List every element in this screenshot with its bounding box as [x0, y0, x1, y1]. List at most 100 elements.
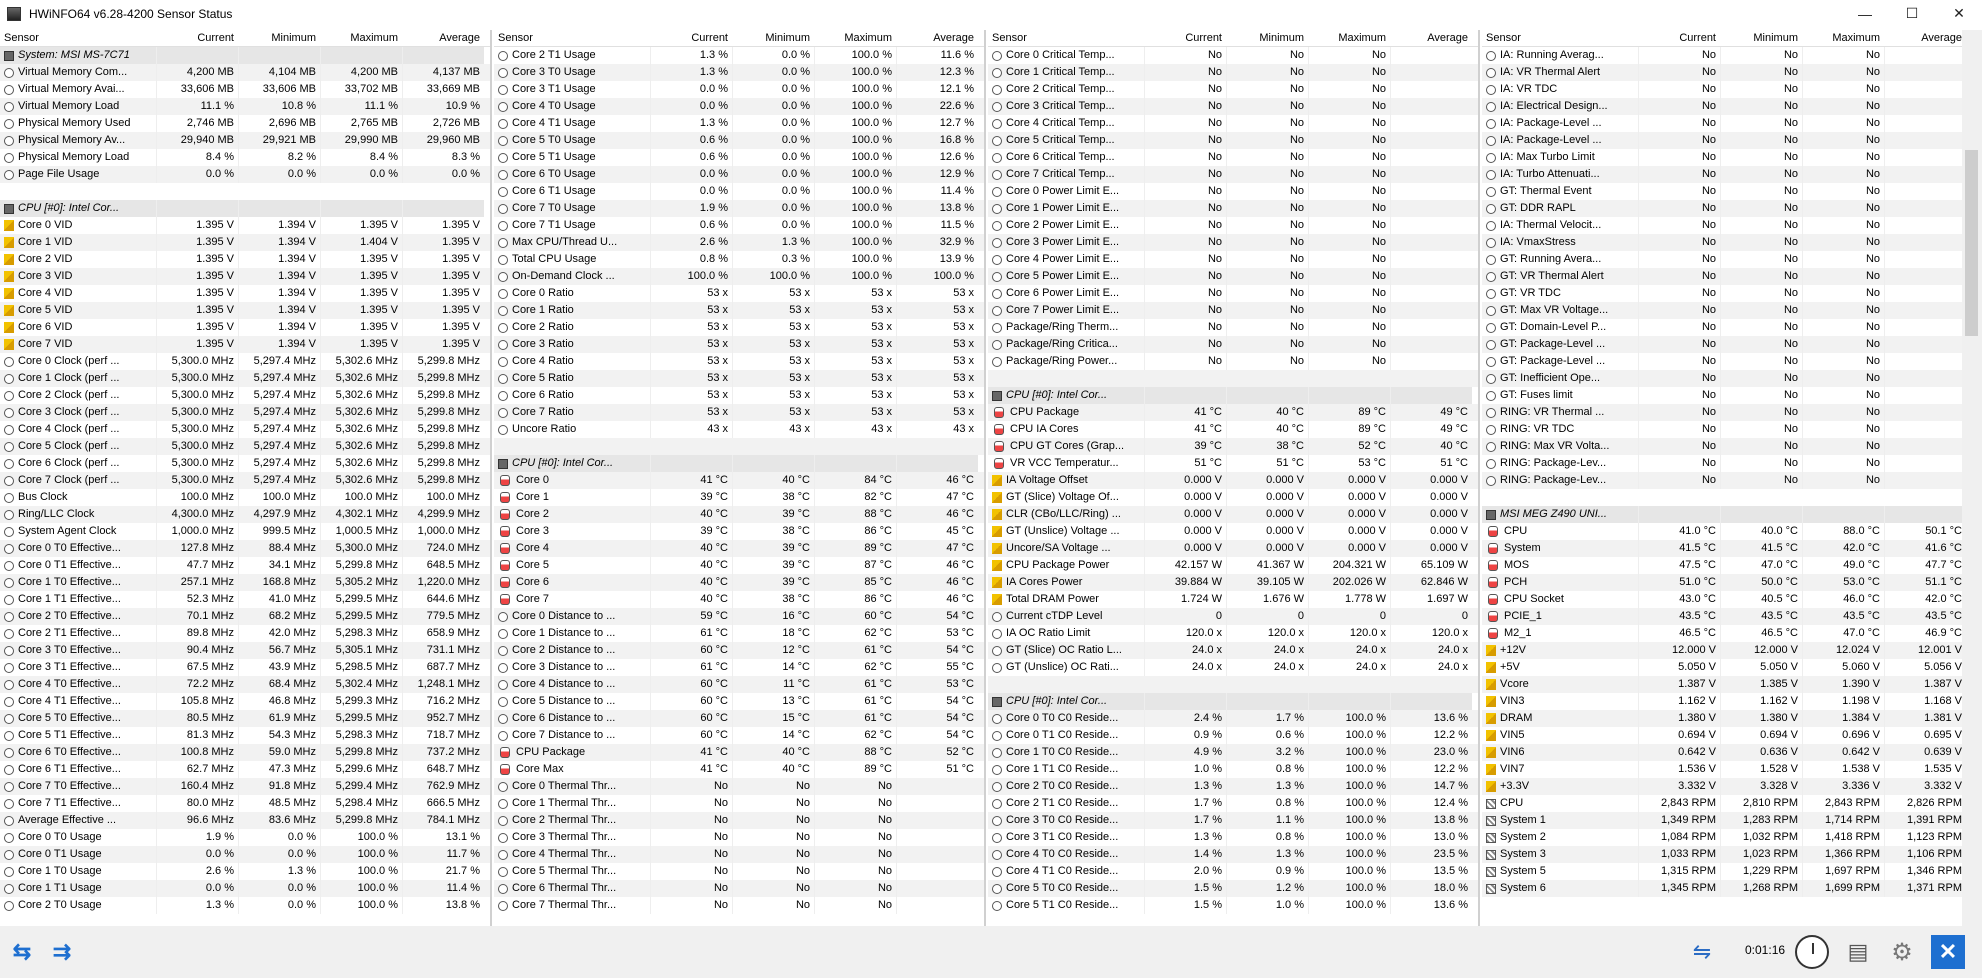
sensor-row[interactable]: Package/Ring Therm... No No No [988, 319, 1478, 336]
sensor-row[interactable]: RING: Max VR Volta... No No No [1482, 438, 1972, 455]
sensor-row[interactable]: Core 7 T0 Usage 1.9 % 0.0 % 100.0 % 13.8 % [494, 200, 984, 217]
sensor-row[interactable]: IA Voltage Offset 0.000 V 0.000 V 0.000 V 0.… [988, 472, 1478, 489]
sensor-row[interactable]: M2_1 46.5 °C 46.5 °C 47.0 °C 46.9 °C [1482, 625, 1972, 642]
sensor-row[interactable]: RING: VR TDC No No No [1482, 421, 1972, 438]
sensor-row[interactable]: Page File Usage 0.0 % 0.0 % 0.0 % 0.0 % [0, 166, 490, 183]
sensor-row[interactable]: Core 3 T0 C0 Reside... 1.7 % 1.1 % 100.0 % 1… [988, 812, 1478, 829]
sensor-row[interactable]: Total CPU Usage 0.8 % 0.3 % 100.0 % 13.9 % [494, 251, 984, 268]
sensor-row[interactable]: GT: VR TDC No No No [1482, 285, 1972, 302]
column-header-minimum[interactable]: Minimum [1720, 30, 1802, 46]
sensor-row[interactable]: IA OC Ratio Limit 120.0 x 120.0 x 120.0 x 12… [988, 625, 1478, 642]
sensor-row[interactable]: Package/Ring Critica... No No No [988, 336, 1478, 353]
sensor-row[interactable]: IA: Running Averag... No No No [1482, 47, 1972, 64]
sensor-row[interactable]: Total DRAM Power 1.724 W 1.676 W 1.778 W 1.6… [988, 591, 1478, 608]
sensor-row[interactable]: CPU Package 41 °C 40 °C 89 °C 49 °C [988, 404, 1478, 421]
sensor-row[interactable]: Core 5 T1 Usage 0.6 % 0.0 % 100.0 % 12.6 % [494, 149, 984, 166]
sensor-row[interactable]: GT: Package-Level ... No No No [1482, 336, 1972, 353]
sensor-row[interactable]: Core 0 Ratio 53 x 53 x 53 x 53 x [494, 285, 984, 302]
sensor-row[interactable]: Core 5 T0 C0 Reside... 1.5 % 1.2 % 100.0 % 1… [988, 880, 1478, 897]
sensor-row[interactable]: Core 4 Ratio 53 x 53 x 53 x 53 x [494, 353, 984, 370]
column-header-sensor[interactable]: Sensor [988, 30, 1144, 46]
sensor-row[interactable]: System 5 1,315 RPM 1,229 RPM 1,697 RPM 1,346… [1482, 863, 1972, 880]
sensor-row[interactable]: Core 6 Critical Temp... No No No [988, 149, 1478, 166]
column-header-sensor[interactable]: Sensor [494, 30, 650, 46]
sensor-row[interactable]: Core 0 Distance to ... 59 °C 16 °C 60 °C 54 … [494, 608, 984, 625]
sensor-row[interactable]: IA: Electrical Design... No No No [1482, 98, 1972, 115]
sensor-row[interactable]: Virtual Memory Avai... 33,606 MB 33,606 MB… [0, 81, 490, 98]
column-header-sensor[interactable]: Sensor [0, 30, 156, 46]
sensor-row[interactable]: Core 1 Ratio 53 x 53 x 53 x 53 x [494, 302, 984, 319]
sensor-row[interactable]: Core 6 T0 Effective... 100.8 MHz 59.0 MHz 5… [0, 744, 490, 761]
sensor-group-header[interactable]: CPU [#0]: Intel Cor... [988, 693, 1478, 710]
sensor-row[interactable]: RING: VR Thermal ... No No No [1482, 404, 1972, 421]
sensor-row[interactable]: PCH 51.0 °C 50.0 °C 53.0 °C 51.1 °C [1482, 574, 1972, 591]
sensor-row[interactable]: Core 4 T0 Usage 0.0 % 0.0 % 100.0 % 22.6 % [494, 98, 984, 115]
sensor-row[interactable]: Core 5 T1 C0 Reside... 1.5 % 1.0 % 100.0 % 1… [988, 897, 1478, 914]
sensor-row[interactable]: Core 3 Power Limit E... No No No [988, 234, 1478, 251]
sensor-row[interactable]: Core 1 Power Limit E... No No No [988, 200, 1478, 217]
sensor-row[interactable]: Virtual Memory Load 11.1 % 10.8 % 11.1 % 10.… [0, 98, 490, 115]
sensor-row[interactable]: GT (Slice) Voltage Of... 0.000 V 0.000 V 0.… [988, 489, 1478, 506]
column-header-maximum[interactable]: Maximum [1308, 30, 1390, 46]
sensor-row[interactable]: Core 5 Ratio 53 x 53 x 53 x 53 x [494, 370, 984, 387]
column-header-average[interactable]: Average [402, 30, 484, 46]
sensor-row[interactable]: GT: Max VR Voltage... No No No [1482, 302, 1972, 319]
sensor-row[interactable]: Core 1 Distance to ... 61 °C 18 °C 62 °C 53 … [494, 625, 984, 642]
sensor-row[interactable]: System 2 1,084 RPM 1,032 RPM 1,418 RPM 1,123… [1482, 829, 1972, 846]
sensor-row[interactable]: System 41.5 °C 41.5 °C 42.0 °C 41.6 °C [1482, 540, 1972, 557]
network-button[interactable]: ⇋ [1682, 934, 1722, 970]
sensor-row[interactable]: Core 6 Clock (perf ... 5,300.0 MHz 5,297.4… [0, 455, 490, 472]
sensor-row[interactable]: Core 2 T0 Effective... 70.1 MHz 68.2 MHz 5,… [0, 608, 490, 625]
sensor-row[interactable]: GT: Inefficient Ope... No No No [1482, 370, 1972, 387]
sensor-row[interactable]: Core 6 Distance to ... 60 °C 15 °C 61 °C 54 … [494, 710, 984, 727]
sensor-row[interactable]: Core 1 Clock (perf ... 5,300.0 MHz 5,297.4… [0, 370, 490, 387]
sensor-row[interactable]: Core 6 Thermal Thr... No No No [494, 880, 984, 897]
sensor-row[interactable]: Core 2 40 °C 39 °C 88 °C 46 °C [494, 506, 984, 523]
sensor-row[interactable]: Core 4 T0 Effective... 72.2 MHz 68.4 MHz 5,… [0, 676, 490, 693]
sensor-group-header[interactable]: System: MSI MS-7C71 [0, 47, 490, 64]
sensor-row[interactable]: DRAM 1.380 V 1.380 V 1.384 V 1.381 V [1482, 710, 1972, 727]
sensor-row[interactable]: Core 0 Thermal Thr... No No No [494, 778, 984, 795]
sensor-row[interactable]: Core 2 VID 1.395 V 1.394 V 1.395 V 1.395 V [0, 251, 490, 268]
column-header-minimum[interactable]: Minimum [1226, 30, 1308, 46]
sensor-row[interactable]: Uncore Ratio 43 x 43 x 43 x 43 x [494, 421, 984, 438]
sensor-row[interactable]: MOS 47.5 °C 47.0 °C 49.0 °C 47.7 °C [1482, 557, 1972, 574]
sensor-row[interactable]: GT (Unslice) OC Rati... 24.0 x 24.0 x 24.0 … [988, 659, 1478, 676]
column-header-current[interactable]: Current [156, 30, 238, 46]
sensor-row[interactable]: Core 5 Power Limit E... No No No [988, 268, 1478, 285]
sensor-row[interactable]: Core 0 T1 Effective... 47.7 MHz 34.1 MHz 5,… [0, 557, 490, 574]
sensor-row[interactable]: RING: Package-Lev... No No No [1482, 455, 1972, 472]
sensor-row[interactable]: IA: VmaxStress No No No [1482, 234, 1972, 251]
sensor-row[interactable]: CPU 41.0 °C 40.0 °C 88.0 °C 50.1 °C [1482, 523, 1972, 540]
clock-button[interactable] [1792, 934, 1832, 970]
sensor-row[interactable]: Core 3 VID 1.395 V 1.394 V 1.395 V 1.395 V [0, 268, 490, 285]
sensor-row[interactable]: Core 0 Power Limit E... No No No [988, 183, 1478, 200]
sensor-row[interactable]: IA Cores Power 39.884 W 39.105 W 202.026 W6… [988, 574, 1478, 591]
column-header-minimum[interactable]: Minimum [238, 30, 320, 46]
sensor-row[interactable]: CPU IA Cores 41 °C 40 °C 89 °C 49 °C [988, 421, 1478, 438]
sensor-row[interactable]: Core 6 T1 Effective... 62.7 MHz 47.3 MHz 5,… [0, 761, 490, 778]
sensor-row[interactable]: Core 3 Critical Temp... No No No [988, 98, 1478, 115]
sensor-row[interactable]: System 6 1,345 RPM 1,268 RPM 1,699 RPM 1,371… [1482, 880, 1972, 897]
sensor-row[interactable]: Physical Memory Used 2,746 MB 2,696 MB 2,76… [0, 115, 490, 132]
sensor-row[interactable]: Core 4 Distance to ... 60 °C 11 °C 61 °C 53 … [494, 676, 984, 693]
sensor-row[interactable]: Core 1 T1 Usage 0.0 % 0.0 % 100.0 % 11.4 % [0, 880, 490, 897]
sensor-row[interactable]: Core 5 40 °C 39 °C 87 °C 46 °C [494, 557, 984, 574]
sensor-row[interactable]: Core 3 Ratio 53 x 53 x 53 x 53 x [494, 336, 984, 353]
sensor-row[interactable]: Core 4 Power Limit E... No No No [988, 251, 1478, 268]
sensor-row[interactable]: CPU 2,843 RPM 2,810 RPM 2,843 RPM 2,826 RPM [1482, 795, 1972, 812]
column-header-maximum[interactable]: Maximum [814, 30, 896, 46]
column-header-average[interactable]: Average [896, 30, 978, 46]
column-header-average[interactable]: Average [1390, 30, 1472, 46]
sensor-row[interactable]: Core 2 T1 Effective... 89.8 MHz 42.0 MHz 5,… [0, 625, 490, 642]
sensor-row[interactable]: VIN5 0.694 V 0.694 V 0.696 V 0.695 V [1482, 727, 1972, 744]
column-header-minimum[interactable]: Minimum [732, 30, 814, 46]
sensor-row[interactable]: Core 4 T0 C0 Reside... 1.4 % 1.3 % 100.0 % 2… [988, 846, 1478, 863]
sensor-row[interactable]: GT: DDR RAPL No No No [1482, 200, 1972, 217]
vertical-scrollbar[interactable] [1962, 30, 1982, 926]
navigate-right-button[interactable]: ⇉ [42, 934, 82, 970]
sensor-row[interactable]: Core 2 Thermal Thr... No No No [494, 812, 984, 829]
sensor-row[interactable]: Core 3 T1 Usage 0.0 % 0.0 % 100.0 % 12.1 % [494, 81, 984, 98]
sensor-row[interactable]: IA: Turbo Attenuati... No No No [1482, 166, 1972, 183]
scrollbar-thumb[interactable] [1965, 150, 1978, 336]
